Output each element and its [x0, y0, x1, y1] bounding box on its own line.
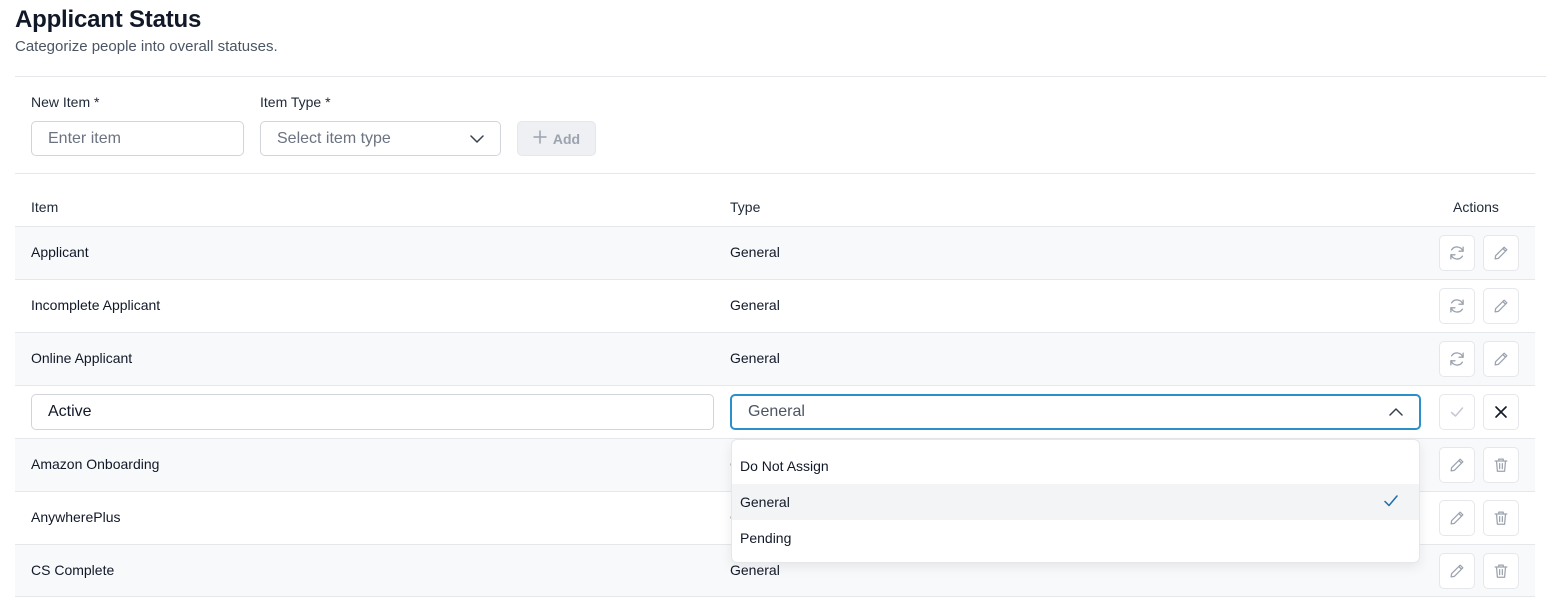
type-dropdown-menu: Do Not Assign General Pending — [731, 439, 1420, 563]
dropdown-option-label: Do Not Assign — [740, 458, 829, 474]
refresh-icon — [1448, 297, 1466, 315]
edit-type-select[interactable]: General — [730, 394, 1421, 430]
pencil-icon — [1448, 562, 1466, 580]
row-item-name: Amazon Onboarding — [31, 456, 160, 472]
page-subtitle: Categorize people into overall statuses. — [15, 38, 278, 55]
new-item-input[interactable] — [31, 121, 244, 156]
dropdown-option[interactable]: Do Not Assign — [732, 448, 1419, 484]
chevron-up-icon — [1389, 403, 1403, 421]
reset-button[interactable] — [1439, 341, 1475, 377]
item-type-select[interactable]: Select item type — [260, 121, 501, 156]
add-button-label: Add — [552, 130, 581, 147]
edit-button[interactable] — [1483, 235, 1519, 271]
delete-button[interactable] — [1483, 500, 1519, 536]
item-type-placeholder: Select item type — [277, 129, 391, 147]
row-item-name: Online Applicant — [31, 350, 133, 366]
edit-button[interactable] — [1483, 341, 1519, 377]
chevron-down-icon — [470, 130, 484, 148]
edit-button[interactable] — [1483, 288, 1519, 324]
pencil-icon — [1492, 350, 1510, 368]
column-header-type: Type — [730, 199, 761, 215]
delete-button[interactable] — [1483, 553, 1519, 589]
trash-icon — [1492, 509, 1510, 527]
edit-type-value: General — [748, 403, 805, 420]
item-type-label: Item Type * — [260, 94, 331, 110]
table-row: Online Applicant General — [15, 332, 1535, 385]
edit-button[interactable] — [1439, 553, 1475, 589]
add-button[interactable]: Add — [517, 121, 596, 156]
new-item-label: New Item * — [31, 94, 100, 110]
check-icon — [1449, 404, 1465, 420]
column-header-item: Item — [31, 199, 59, 215]
row-item-type: General — [730, 297, 780, 313]
dropdown-option-label: General — [740, 494, 790, 510]
column-header-actions: Actions — [1453, 199, 1499, 215]
delete-button[interactable] — [1483, 447, 1519, 483]
reset-button[interactable] — [1439, 235, 1475, 271]
close-icon — [1494, 405, 1508, 419]
save-button[interactable] — [1439, 394, 1475, 430]
dropdown-option-selected[interactable]: General — [732, 484, 1419, 520]
dropdown-option[interactable]: Pending — [732, 520, 1419, 556]
check-icon — [1383, 493, 1399, 512]
edit-button[interactable] — [1439, 447, 1475, 483]
dropdown-option-label: Pending — [740, 530, 792, 546]
page-title: Applicant Status — [15, 6, 202, 33]
row-item-type: General — [730, 350, 780, 366]
form-divider — [15, 173, 1535, 174]
reset-button[interactable] — [1439, 288, 1475, 324]
pencil-icon — [1448, 456, 1466, 474]
refresh-icon — [1448, 350, 1466, 368]
row-item-type: General — [730, 562, 780, 578]
row-item-name: CS Complete — [31, 562, 115, 578]
edit-item-input[interactable] — [31, 394, 714, 430]
plus-icon — [533, 130, 547, 147]
row-item-name: Applicant — [31, 244, 89, 260]
edit-button[interactable] — [1439, 500, 1475, 536]
row-item-type: General — [730, 244, 780, 260]
header-divider — [15, 76, 1546, 77]
trash-icon — [1492, 456, 1510, 474]
cancel-button[interactable] — [1483, 394, 1519, 430]
trash-icon — [1492, 562, 1510, 580]
row-item-name: Incomplete Applicant — [31, 297, 161, 313]
table-row-editing: General — [15, 385, 1535, 438]
pencil-icon — [1448, 509, 1466, 527]
refresh-icon — [1448, 244, 1466, 262]
table-row: Applicant General — [15, 226, 1535, 279]
row-item-name: AnywherePlus — [31, 509, 121, 525]
pencil-icon — [1492, 297, 1510, 315]
pencil-icon — [1492, 244, 1510, 262]
table-row: Incomplete Applicant General — [15, 279, 1535, 332]
